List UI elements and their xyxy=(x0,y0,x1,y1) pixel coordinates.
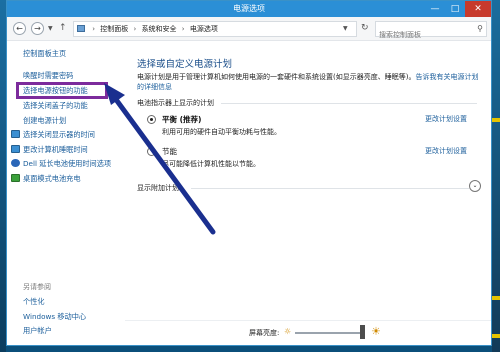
address-dropdown-chevron-icon[interactable]: ▼ xyxy=(343,25,348,32)
close-button[interactable]: ✕ xyxy=(465,1,491,17)
sidebar-item-display-off[interactable]: 选择关闭显示器的时间 xyxy=(11,130,95,140)
desktop-edge-right xyxy=(492,0,500,352)
battery-icon xyxy=(11,174,20,182)
plan-radio-balanced[interactable] xyxy=(147,115,156,124)
breadcrumb-separator: › xyxy=(181,25,185,33)
plan-description: 利用可用的硬件自动平衡功耗与性能。 xyxy=(162,128,281,136)
show-additional-plans-label[interactable]: 显示附加计划 xyxy=(137,183,179,193)
address-toolbar: ← → ▼ ↑ › 控制面板 › 系统和安全 › 电源选项 ▼ ↻ ⚲ xyxy=(7,17,491,42)
see-also-user-accounts[interactable]: 用户帐户 xyxy=(23,326,52,336)
search-box: ⚲ xyxy=(375,21,487,42)
sidebar-item-desktop-charging[interactable]: 桌面模式电池充电 xyxy=(11,174,81,184)
up-button[interactable]: ↑ xyxy=(59,23,67,33)
breadcrumb-power-options[interactable]: 电源选项 xyxy=(190,25,218,33)
screen-brightness-label: 屏幕亮度: xyxy=(249,329,280,337)
section-divider xyxy=(221,103,477,104)
window-title: 电源选项 xyxy=(233,4,265,13)
monitor-icon xyxy=(11,130,20,138)
battery-meter-plans-label: 电池指示器上显示的计划 xyxy=(137,99,214,107)
address-bar[interactable]: › 控制面板 › 系统和安全 › 电源选项 xyxy=(73,21,357,37)
highlight-annotation xyxy=(16,82,108,99)
sidebar-item-create-plan[interactable]: 创建电源计划 xyxy=(23,116,66,126)
sidebar-home-link[interactable]: 控制面板主页 xyxy=(23,49,66,59)
desktop-stripe xyxy=(492,118,500,122)
bright-sun-icon: ☀ xyxy=(371,325,381,338)
expand-chevron-icon[interactable]: ⌄ xyxy=(469,180,481,192)
change-plan-settings-link[interactable]: 更改计划设置 xyxy=(425,146,467,156)
desktop-stripe xyxy=(492,296,500,300)
sidebar-item-wake-password[interactable]: 唤醒时需要密码 xyxy=(23,71,73,81)
desktop-stripe xyxy=(492,334,500,338)
sidebar-item-label: Dell 延长电池使用时间选项 xyxy=(23,159,112,168)
forward-button[interactable]: → xyxy=(31,22,44,35)
minimize-button[interactable]: — xyxy=(425,1,445,17)
monitor-icon xyxy=(11,145,20,153)
description-text: 电源计划是用于管理计算机如何使用电源的一套硬件和系统设置(如显示器亮度、睡眠等)… xyxy=(137,73,416,81)
sidebar-item-lid-close[interactable]: 选择关闭盖子的功能 xyxy=(23,101,88,111)
control-panel-icon xyxy=(77,25,85,32)
sidebar-item-sleep-time[interactable]: 更改计算机睡眠时间 xyxy=(11,145,88,155)
recent-locations-chevron-icon[interactable]: ▼ xyxy=(48,25,53,32)
breadcrumb-system-security[interactable]: 系统和安全 xyxy=(142,25,177,33)
plan-name: 节能 xyxy=(162,147,177,156)
window-controls: — □ ✕ xyxy=(425,1,491,17)
plan-description: 尽可能降低计算机性能以节能。 xyxy=(162,160,260,168)
brightness-slider[interactable] xyxy=(295,332,365,334)
brightness-slider-thumb[interactable] xyxy=(359,325,365,339)
breadcrumb-separator: › xyxy=(92,25,96,33)
plan-name: 平衡 (推荐) xyxy=(162,115,202,124)
power-options-window: 电源选项 — □ ✕ ← → ▼ ↑ › 控制面板 › 系统和安全 › 电源选项… xyxy=(6,0,492,346)
maximize-button[interactable]: □ xyxy=(445,1,465,17)
section-divider xyxy=(191,188,469,189)
see-also-personalization[interactable]: 个性化 xyxy=(23,297,45,307)
see-also-heading: 另请参阅 xyxy=(23,283,51,291)
footer-divider xyxy=(125,320,491,321)
sidebar-item-label: 桌面模式电池充电 xyxy=(23,174,81,183)
search-input[interactable] xyxy=(376,28,472,42)
page-title: 选择或自定义电源计划 xyxy=(137,59,233,70)
sidebar-item-label[interactable]: 更改计算机睡眠时间 xyxy=(23,145,88,154)
title-bar[interactable]: 电源选项 — □ ✕ xyxy=(7,1,491,17)
refresh-icon[interactable]: ↻ xyxy=(361,23,369,33)
dell-icon xyxy=(11,159,20,167)
change-plan-settings-link[interactable]: 更改计划设置 xyxy=(425,114,467,124)
see-also-mobility-center[interactable]: Windows 移动中心 xyxy=(23,312,86,322)
main-content: 选择或自定义电源计划 电源计划是用于管理计算机如何使用电源的一套硬件和系统设置(… xyxy=(125,42,491,345)
plan-radio-power-saver[interactable] xyxy=(147,147,156,156)
breadcrumb-separator: › xyxy=(133,25,137,33)
breadcrumb-control-panel[interactable]: 控制面板 xyxy=(100,25,128,33)
dim-sun-icon: ☼ xyxy=(284,327,292,336)
page-description: 电源计划是用于管理计算机如何使用电源的一套硬件和系统设置(如显示器亮度、睡眠等)… xyxy=(137,72,481,92)
search-icon[interactable]: ⚲ xyxy=(477,24,483,33)
back-button[interactable]: ← xyxy=(13,22,26,35)
sidebar-item-label: 选择关闭显示器的时间 xyxy=(23,130,95,139)
sidebar-item-dell-battery[interactable]: Dell 延长电池使用时间选项 xyxy=(11,159,111,169)
